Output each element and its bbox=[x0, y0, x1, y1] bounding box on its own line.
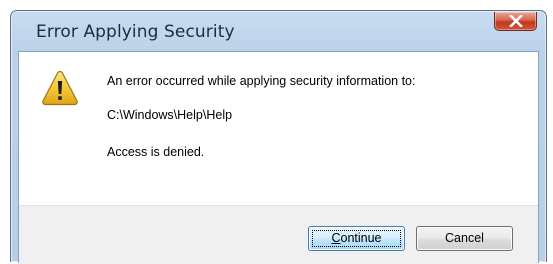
focus-rectangle: Continue bbox=[312, 230, 401, 247]
title-bar[interactable]: Error Applying Security bbox=[11, 11, 546, 51]
continue-button[interactable]: Continue bbox=[308, 226, 405, 251]
continue-label-rest: ontinue bbox=[340, 231, 382, 245]
close-button[interactable] bbox=[494, 12, 537, 31]
button-bar: Continue Cancel bbox=[19, 205, 538, 264]
continue-label: Continue bbox=[331, 231, 381, 245]
dialog-client-area: An error occurred while applying securit… bbox=[18, 51, 539, 264]
file-path: C:\Windows\Help\Help bbox=[107, 108, 233, 122]
continue-accelerator: C bbox=[331, 231, 341, 245]
cancel-button[interactable]: Cancel bbox=[416, 226, 513, 251]
warning-icon bbox=[42, 70, 78, 106]
message-area: An error occurred while applying securit… bbox=[19, 52, 538, 205]
error-message: An error occurred while applying securit… bbox=[107, 74, 416, 88]
dialog-title: Error Applying Security bbox=[36, 22, 235, 42]
close-icon bbox=[509, 15, 523, 27]
error-detail: Access is denied. bbox=[107, 145, 205, 159]
error-dialog-window: Error Applying Security An error occurre… bbox=[10, 10, 547, 264]
